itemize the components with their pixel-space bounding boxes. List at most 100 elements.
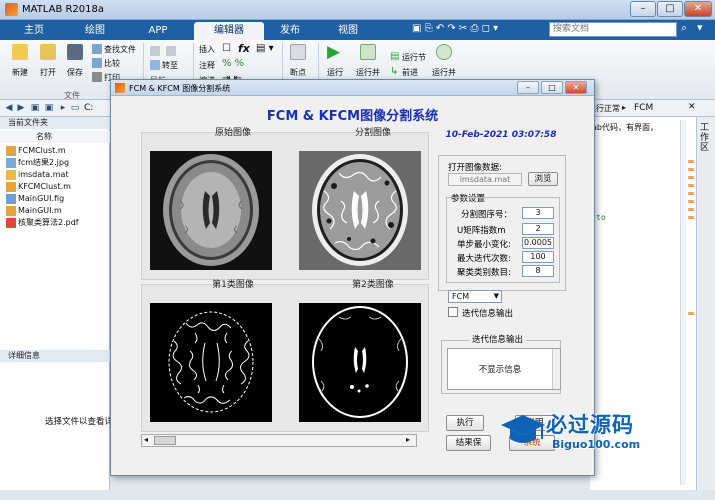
scroll-left-icon[interactable]: ◂ xyxy=(144,435,148,444)
name-column-header[interactable]: 名称 xyxy=(0,131,110,143)
insert-button[interactable]: 插入 xyxy=(199,44,215,55)
run-icon[interactable]: ▶ xyxy=(327,42,340,62)
insert-section-icon[interactable]: ☐ xyxy=(222,43,231,54)
file-row[interactable]: MainGUI.m xyxy=(6,205,62,217)
editor-comment-text: ab代码，有界面， xyxy=(592,123,658,132)
collapse-icon[interactable]: ✕ xyxy=(688,102,696,112)
warning-marker[interactable] xyxy=(688,200,694,203)
param-label: 聚类类别数目: xyxy=(457,268,511,278)
warning-marker[interactable] xyxy=(688,192,694,195)
tab-editor[interactable]: 编辑器 xyxy=(194,22,264,40)
original-mri-image xyxy=(150,151,272,270)
file-row[interactable]: fcm结果2.jpg xyxy=(6,157,69,169)
iter-output-scrollbar[interactable] xyxy=(552,349,560,389)
iter-output-box[interactable]: 不显示信息 xyxy=(447,348,561,390)
warning-marker[interactable] xyxy=(688,184,694,187)
tab-plots[interactable]: 绘图 xyxy=(70,22,120,40)
file-row[interactable]: 核聚类算法2.pdf xyxy=(6,217,79,229)
execute-button[interactable]: 执行 xyxy=(446,415,484,431)
goto-button[interactable]: 转至 xyxy=(162,60,178,71)
new-file-icon[interactable] xyxy=(12,44,28,60)
comment-button[interactable]: 注释 xyxy=(199,60,215,71)
breakpoints-icon[interactable] xyxy=(290,44,306,60)
method-select[interactable]: FCM ▼ xyxy=(448,290,502,303)
watermark-text: 必过源码 xyxy=(546,413,634,437)
method-value: FCM xyxy=(452,292,470,301)
browse-folder-icon[interactable]: ▣ xyxy=(44,103,54,113)
file-row[interactable]: MainGUI.fig xyxy=(6,193,64,205)
file-row[interactable]: FCMClust.m xyxy=(6,145,66,157)
details-hint: 选择文件以查看详 xyxy=(45,417,114,427)
m-file-icon xyxy=(6,146,16,156)
scroll-right-icon[interactable]: ▸ xyxy=(406,435,410,444)
comment-percent-icon[interactable]: % % xyxy=(222,58,244,69)
open-folder-icon[interactable] xyxy=(40,44,56,60)
max-iterations-input[interactable]: 100 xyxy=(522,251,554,263)
warning-marker[interactable] xyxy=(688,208,694,211)
tab-view[interactable]: 视图 xyxy=(322,22,374,40)
image-file-icon xyxy=(6,158,16,168)
tab-apps[interactable]: APP xyxy=(135,22,181,40)
file-name: MainGUI.m xyxy=(18,206,62,215)
iter-output-checkbox[interactable] xyxy=(448,307,458,317)
run-advance-icon[interactable] xyxy=(360,44,376,60)
breakpoints-button[interactable]: 断点 xyxy=(282,67,314,78)
file-row[interactable]: imsdata.mat xyxy=(6,169,69,181)
folder-up-icon[interactable]: ▣ xyxy=(30,103,40,113)
save-result-button[interactable]: 结果保 xyxy=(446,435,491,451)
breadcrumb-file[interactable]: FCM xyxy=(634,103,653,113)
dialog-close-button[interactable]: ✕ xyxy=(565,81,587,94)
file-path-field[interactable]: imsdata.mat xyxy=(448,173,522,186)
class1-mri-image xyxy=(150,303,272,422)
iter-output-checkbox-label: 迭代信息输出 xyxy=(462,309,514,319)
tab-publish[interactable]: 发布 xyxy=(270,22,310,40)
function-fx-icon[interactable]: fx xyxy=(238,42,250,55)
iter-output-title: 迭代信息输出 xyxy=(469,333,527,345)
restore-button[interactable]: □ xyxy=(657,1,683,17)
workspace-side-tab[interactable]: 工作区 xyxy=(700,123,712,153)
save-icon[interactable] xyxy=(67,44,83,60)
search-input[interactable]: 搜索文档 xyxy=(549,22,677,37)
browse-button[interactable]: 浏览 xyxy=(528,172,558,186)
cluster-count-input[interactable]: 8 xyxy=(522,265,554,277)
min-change-input[interactable]: 0.0005 xyxy=(522,237,554,249)
editor-scrollbar[interactable] xyxy=(680,120,686,485)
tab-home[interactable]: 主页 xyxy=(12,22,56,40)
advance-button[interactable]: 前进 xyxy=(402,67,418,78)
scroll-thumb[interactable] xyxy=(154,436,176,445)
dialog-maximize-button[interactable]: □ xyxy=(541,81,563,94)
minimize-button[interactable]: – xyxy=(630,1,656,17)
save-button[interactable]: 保存 xyxy=(59,67,91,78)
drive-label[interactable]: C: xyxy=(84,103,93,113)
run-button[interactable]: 运行 xyxy=(320,67,350,78)
quick-access-icons[interactable]: ▣ ⎘ ↶ ↷ ✂ ⎙ ◻ ▾ xyxy=(412,23,498,34)
back-arrow-icon[interactable]: ◀ xyxy=(4,103,14,113)
chevron-down-icon[interactable]: ▼ xyxy=(494,291,499,302)
run-section-button[interactable]: 运行节 xyxy=(402,52,426,63)
goto-icon xyxy=(150,60,160,70)
forward-arrow-icon[interactable]: ▶ xyxy=(16,103,26,113)
warning-marker[interactable] xyxy=(688,176,694,179)
side-panel-strip: 工作区 xyxy=(696,117,715,490)
search-icon[interactable]: ⌕ xyxy=(681,21,687,35)
insert-dropdown-icon[interactable]: ▤ ▾ xyxy=(256,43,274,54)
find-files-button[interactable]: 查找文件 xyxy=(104,44,136,55)
warning-marker[interactable] xyxy=(688,168,694,171)
help-icon[interactable]: ▾ xyxy=(697,21,703,34)
print-icon xyxy=(92,72,102,82)
u-matrix-exponent-input[interactable]: 2 xyxy=(522,223,554,235)
image-horizontal-scrollbar[interactable]: ◂ ▸ xyxy=(141,434,417,447)
warning-marker[interactable] xyxy=(688,216,694,219)
run-time-icon[interactable] xyxy=(436,44,452,60)
compare-button[interactable]: 比较 xyxy=(104,58,120,69)
warning-marker[interactable] xyxy=(688,160,694,163)
warning-marker[interactable] xyxy=(688,312,694,315)
file-row[interactable]: KFCMClust.m xyxy=(6,181,71,193)
dialog-matlab-icon xyxy=(115,83,125,93)
segmented-image-caption: 分割图像 xyxy=(354,128,391,138)
file-name: imsdata.mat xyxy=(18,170,69,179)
segment-index-input[interactable]: 3 xyxy=(522,207,554,219)
mat-file-icon xyxy=(6,170,16,180)
dialog-minimize-button[interactable]: – xyxy=(517,81,539,94)
close-button[interactable]: ✕ xyxy=(684,1,712,17)
